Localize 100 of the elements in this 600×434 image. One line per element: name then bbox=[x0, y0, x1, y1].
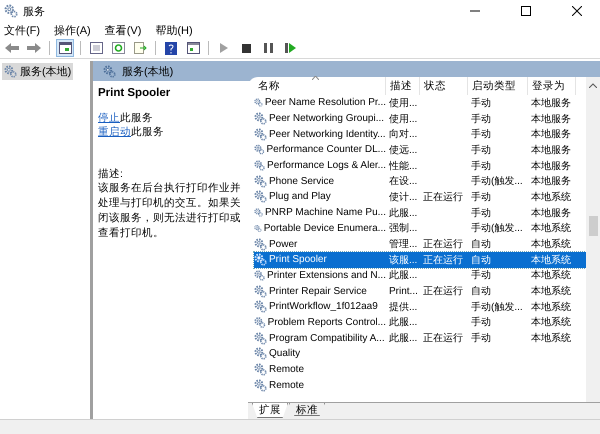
service-row[interactable]: PrintWorkflow_1f012aa9 提供... 手动(触发... 本地系统 bbox=[254, 298, 586, 315]
service-row[interactable]: Problem Reports Control... 此服... 手动 本地系统 bbox=[254, 314, 586, 330]
help-button[interactable] bbox=[162, 39, 180, 57]
table-cell: Remote bbox=[269, 380, 304, 391]
table-cell: Peer Networking Identity... bbox=[269, 128, 386, 140]
gear-icon bbox=[254, 190, 267, 204]
column-header[interactable]: 登录为 bbox=[528, 77, 576, 95]
tree-item[interactable]: 服务(本地) bbox=[2, 63, 74, 80]
export-button[interactable] bbox=[131, 39, 149, 57]
table-cell: Plug and Play bbox=[269, 191, 331, 202]
window-title: 服务 bbox=[23, 4, 46, 18]
table-cell-text: 手动(触发... bbox=[470, 222, 524, 236]
table-cell-text: 手动 bbox=[470, 268, 492, 282]
table-cell-text: 手动 bbox=[470, 206, 492, 220]
table-cell-text: 自动 bbox=[470, 254, 492, 267]
service-row[interactable]: Peer Name Resolution Pr... 使用... 手动 本地服务 bbox=[254, 95, 586, 111]
table-cell-text: 本地服务 bbox=[530, 160, 572, 173]
table-cell: Program Compatibility A... bbox=[269, 332, 385, 344]
table-cell: Performance Logs & Aler... bbox=[267, 160, 386, 172]
gear-icon bbox=[254, 206, 264, 220]
table-cell: Print Spooler bbox=[269, 254, 327, 266]
table-cell-text: 提供... bbox=[388, 300, 418, 314]
gear-icon bbox=[254, 363, 267, 376]
column-header[interactable]: 启动类型 bbox=[468, 77, 528, 95]
table-cell-text: 此服... bbox=[388, 332, 418, 346]
gear-icon bbox=[103, 64, 116, 78]
gear-icon bbox=[254, 112, 267, 126]
window-icon bbox=[58, 42, 72, 54]
table-cell-text: 本地服务 bbox=[530, 174, 572, 188]
table-cell: Peer Networking Groupi... bbox=[269, 113, 384, 124]
service-row[interactable]: Power 管理... 正在运行 自动 本地系统 bbox=[254, 236, 586, 252]
service-row[interactable]: Peer Networking Identity... 向对... 手动 本地服务 bbox=[254, 126, 586, 142]
table-cell-text: 本地系统 bbox=[530, 268, 572, 282]
tree-toggle-button[interactable] bbox=[56, 39, 74, 57]
table-cell: Phone Service bbox=[269, 176, 334, 187]
menu-item[interactable]: 帮助(H) bbox=[155, 22, 193, 38]
gear-icon bbox=[254, 238, 267, 251]
refresh-button[interactable] bbox=[109, 39, 127, 57]
scrollbar[interactable] bbox=[586, 77, 600, 402]
action-link[interactable]: 停止 bbox=[98, 112, 120, 124]
view-tab[interactable]: 标准 bbox=[289, 403, 325, 416]
service-row[interactable]: Portable Device Enumera... 强制... 手动(触发... 本地系统 bbox=[254, 220, 586, 236]
gear-icon bbox=[254, 347, 267, 360]
description-text: 该服务在后台执行打印作业并处理与打印机的交互。如果关闭该服务，则无法进行打印或查看打印机。 bbox=[98, 181, 242, 241]
table-cell-text: 手动(触发... bbox=[470, 174, 524, 188]
gear-icon bbox=[254, 332, 267, 345]
column-header[interactable]: 描述 bbox=[386, 77, 420, 95]
service-row[interactable]: Printer Repair Service Print... 正在运行 自动 本地系统 bbox=[254, 283, 586, 299]
table-cell-text: 使用... bbox=[388, 96, 418, 110]
description-label: 描述: bbox=[98, 167, 124, 181]
table-cell-text: 正在运行 bbox=[422, 190, 464, 204]
table-cell-text: 正在运行 bbox=[422, 284, 464, 298]
service-row[interactable]: Plug and Play 使计... 正在运行 手动 本地系统 bbox=[254, 189, 586, 205]
table-cell-text: 手动 bbox=[470, 160, 492, 173]
table-cell: Printer Extensions and N... bbox=[267, 270, 386, 281]
window-icon bbox=[90, 42, 102, 54]
table-cell-text: 本地系统 bbox=[530, 316, 572, 330]
table-cell-text: 强制... bbox=[388, 222, 418, 236]
gear-icon bbox=[254, 284, 267, 298]
up-caret-icon[interactable] bbox=[589, 83, 597, 88]
service-row[interactable]: PNRP Machine Name Pu... 此服... 手动 本地服务 bbox=[254, 204, 586, 220]
service-row[interactable]: Printer Extensions and N... 此服... 手动 本地系统 bbox=[254, 268, 586, 284]
table-cell-text: 在设... bbox=[388, 175, 418, 188]
action-link[interactable]: 重启动 bbox=[98, 126, 131, 138]
service-row[interactable]: Print Spooler 该服... 正在运行 自动 本地系统 bbox=[254, 252, 586, 268]
gear-icon bbox=[254, 300, 267, 314]
menu-item[interactable]: 查看(V) bbox=[104, 22, 142, 38]
table-cell: Power bbox=[269, 238, 298, 250]
table-cell: Portable Device Enumera... bbox=[264, 222, 386, 234]
play-icon bbox=[220, 43, 228, 53]
table-cell: PrintWorkflow_1f012aa9 bbox=[269, 301, 378, 312]
menu-item[interactable]: 文件(F) bbox=[4, 22, 40, 38]
action-text: 停止此服务 bbox=[98, 111, 154, 125]
view-tab[interactable]: 扩展 bbox=[252, 403, 288, 418]
properties-button[interactable] bbox=[87, 39, 105, 57]
service-row[interactable]: Quality bbox=[254, 346, 586, 362]
service-row[interactable]: Remote bbox=[254, 377, 586, 394]
close-icon bbox=[572, 6, 582, 16]
service-row[interactable]: Program Compatibility A... 此服... 正在运行 手动 本地系统 bbox=[254, 330, 586, 346]
column-header[interactable]: 名称 bbox=[254, 77, 386, 95]
service-row[interactable]: Performance Logs & Aler... 性能... 手动 本地服务 bbox=[254, 158, 586, 174]
table-cell-text: 此服... bbox=[388, 206, 418, 220]
table-cell-text: 手动 bbox=[470, 128, 492, 142]
table-cell-text: 本地服务 bbox=[530, 206, 572, 220]
table-cell-text: 手动 bbox=[470, 144, 492, 157]
column-header[interactable]: 状态 bbox=[420, 77, 468, 95]
table-cell-text: 本地服务 bbox=[530, 96, 572, 110]
scrollbar-thumb[interactable] bbox=[588, 216, 598, 236]
table-cell-text: 本地服务 bbox=[530, 128, 572, 142]
gear-icon bbox=[254, 159, 266, 172]
table-cell: Performance Counter DL... bbox=[266, 144, 386, 156]
table-cell-text: 此服... bbox=[388, 268, 418, 282]
service-row[interactable]: Performance Counter DL... 使远... 手动 本地服务 bbox=[254, 142, 586, 158]
table-cell-text: 正在运行 bbox=[422, 238, 464, 252]
view-button[interactable] bbox=[184, 39, 202, 57]
service-row[interactable]: Peer Networking Groupi... 使用... 手动 本地服务 bbox=[254, 110, 586, 126]
menu-item[interactable]: 操作(A) bbox=[54, 22, 91, 38]
service-row[interactable]: Remote bbox=[254, 362, 586, 378]
service-row[interactable]: Phone Service 在设... 手动(触发... 本地服务 bbox=[254, 173, 586, 190]
table-cell-text: 本地系统 bbox=[530, 254, 572, 267]
